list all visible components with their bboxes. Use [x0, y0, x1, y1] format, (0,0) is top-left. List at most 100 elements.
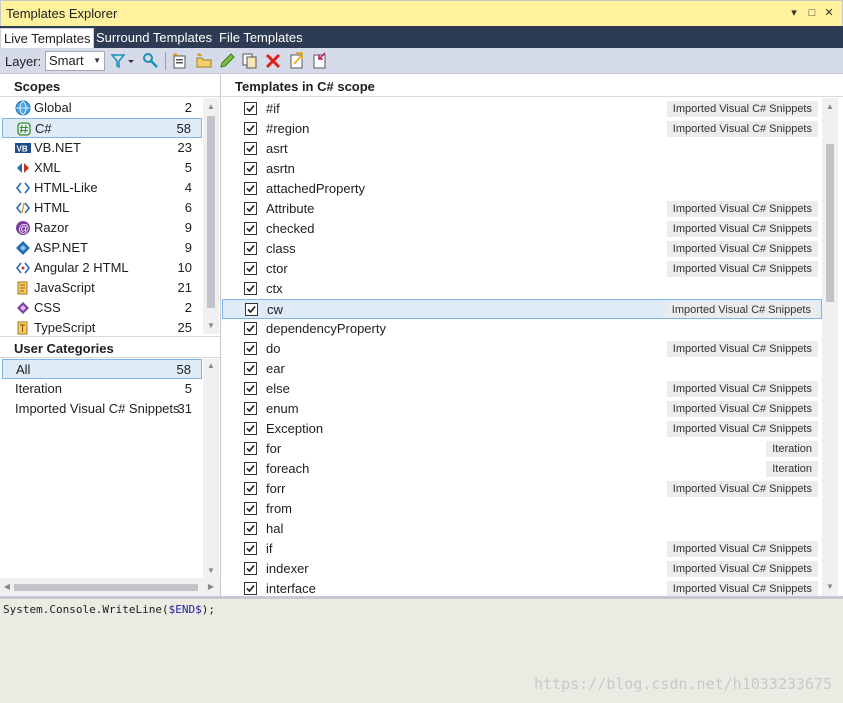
category-item[interactable]: All 58	[2, 359, 202, 379]
template-row[interactable]: do Imported Visual C# Snippets	[222, 339, 822, 359]
template-checkbox[interactable]	[244, 362, 257, 375]
template-checkbox[interactable]	[244, 102, 257, 115]
horizontal-scrollbar[interactable]: ◀ ▶	[0, 578, 220, 596]
template-row[interactable]: #if Imported Visual C# Snippets	[222, 99, 822, 119]
template-checkbox[interactable]	[244, 382, 257, 395]
scope-item-html-like[interactable]: HTML-Like 4	[2, 178, 202, 198]
typescript-icon	[15, 320, 31, 336]
template-row[interactable]: indexer Imported Visual C# Snippets	[222, 559, 822, 579]
template-row[interactable]: foreach Iteration	[222, 459, 822, 479]
layer-select[interactable]: Smart ▼	[45, 51, 105, 71]
template-checkbox[interactable]	[244, 182, 257, 195]
close-icon[interactable]: ✕	[822, 5, 836, 21]
template-row[interactable]: class Imported Visual C# Snippets	[222, 239, 822, 259]
scroll-thumb[interactable]	[14, 584, 198, 591]
template-checkbox[interactable]	[245, 303, 258, 316]
template-checkbox[interactable]	[244, 222, 257, 235]
template-row[interactable]: dependencyProperty	[222, 319, 822, 339]
template-row[interactable]: attachedProperty	[222, 179, 822, 199]
template-row[interactable]: for Iteration	[222, 439, 822, 459]
template-checkbox[interactable]	[244, 462, 257, 475]
scope-item-css[interactable]: CSS 2	[2, 298, 202, 318]
template-row[interactable]: ctx	[222, 279, 822, 299]
scopes-scrollbar[interactable]: ▲ ▼	[203, 98, 219, 334]
scope-item-html[interactable]: HTML 6	[2, 198, 202, 218]
template-code[interactable]: System.Console.WriteLine($END$);	[3, 603, 215, 616]
scroll-right-icon[interactable]: ▶	[204, 580, 218, 594]
template-checkbox[interactable]	[244, 142, 257, 155]
template-checkbox[interactable]	[244, 582, 257, 595]
scope-item-asp-net[interactable]: ASP.NET 9	[2, 238, 202, 258]
scroll-up-icon[interactable]: ▲	[203, 100, 219, 114]
tab-file-templates[interactable]: File Templates	[216, 28, 306, 48]
left-panel: Scopes Global 2 C# 58 VB VB.NET 23 XML 5 HTML-Lik…	[0, 75, 221, 596]
template-row[interactable]: enum Imported Visual C# Snippets	[222, 399, 822, 419]
scope-item-c-[interactable]: C# 58	[2, 118, 202, 138]
template-row[interactable]: #region Imported Visual C# Snippets	[222, 119, 822, 139]
scope-item-razor[interactable]: @ Razor 9	[2, 218, 202, 238]
template-row[interactable]: ear	[222, 359, 822, 379]
scope-item-global[interactable]: Global 2	[2, 98, 202, 118]
template-row[interactable]: forr Imported Visual C# Snippets	[222, 479, 822, 499]
template-row[interactable]: else Imported Visual C# Snippets	[222, 379, 822, 399]
export-icon[interactable]	[288, 52, 306, 70]
template-row[interactable]: ctor Imported Visual C# Snippets	[222, 259, 822, 279]
template-checkbox[interactable]	[244, 422, 257, 435]
template-checkbox[interactable]	[244, 262, 257, 275]
template-checkbox[interactable]	[244, 282, 257, 295]
template-checkbox[interactable]	[244, 402, 257, 415]
categories-scrollbar[interactable]: ▲ ▼	[203, 359, 219, 578]
delete-icon[interactable]	[264, 52, 282, 70]
template-checkbox[interactable]	[244, 502, 257, 515]
wrench-icon[interactable]	[142, 52, 160, 70]
new-folder-icon[interactable]	[195, 52, 213, 70]
template-row[interactable]: checked Imported Visual C# Snippets	[222, 219, 822, 239]
scroll-up-icon[interactable]: ▲	[822, 100, 838, 114]
template-editor[interactable]: System.Console.WriteLine($END$); https:/…	[0, 596, 843, 703]
svg-text:VB: VB	[17, 145, 28, 154]
template-row[interactable]: asrtn	[222, 159, 822, 179]
template-checkbox[interactable]	[244, 342, 257, 355]
edit-icon[interactable]	[218, 52, 236, 70]
template-row[interactable]: from	[222, 499, 822, 519]
scope-item-typescript[interactable]: TypeScript 25	[2, 318, 202, 338]
scope-item-xml[interactable]: XML 5	[2, 158, 202, 178]
scope-item-javascript[interactable]: JavaScript 21	[2, 278, 202, 298]
tab-live-templates[interactable]: Live Templates	[0, 28, 95, 48]
template-checkbox[interactable]	[244, 562, 257, 575]
templates-scrollbar[interactable]: ▲ ▼	[822, 98, 838, 596]
filter-icon[interactable]	[110, 52, 136, 70]
template-row[interactable]: Exception Imported Visual C# Snippets	[222, 419, 822, 439]
scroll-thumb[interactable]	[207, 116, 215, 308]
dropdown-arrow-icon[interactable]: ▾	[787, 5, 801, 21]
template-row[interactable]: cw Imported Visual C# Snippets	[222, 299, 822, 319]
category-item[interactable]: Iteration 5	[2, 379, 202, 399]
template-row[interactable]: Attribute Imported Visual C# Snippets	[222, 199, 822, 219]
scope-item-vb-net[interactable]: VB VB.NET 23	[2, 138, 202, 158]
template-checkbox[interactable]	[244, 482, 257, 495]
scope-item-angular-2-html[interactable]: Angular 2 HTML 10	[2, 258, 202, 278]
new-template-icon[interactable]	[171, 52, 189, 70]
maximize-icon[interactable]: □	[805, 5, 819, 21]
template-checkbox[interactable]	[244, 522, 257, 535]
template-checkbox[interactable]	[244, 122, 257, 135]
template-checkbox[interactable]	[244, 542, 257, 555]
scroll-left-icon[interactable]: ◀	[0, 580, 14, 594]
template-checkbox[interactable]	[244, 162, 257, 175]
scroll-thumb[interactable]	[826, 144, 834, 302]
scroll-down-icon[interactable]: ▼	[822, 580, 838, 594]
template-row[interactable]: hal	[222, 519, 822, 539]
category-item[interactable]: Imported Visual C# Snippets 31	[2, 399, 202, 419]
tab-surround-templates[interactable]: Surround Templates	[93, 28, 215, 48]
template-checkbox[interactable]	[244, 442, 257, 455]
copy-icon[interactable]	[241, 52, 259, 70]
scroll-up-icon[interactable]: ▲	[203, 359, 219, 373]
import-icon[interactable]	[311, 52, 329, 70]
template-checkbox[interactable]	[244, 202, 257, 215]
template-checkbox[interactable]	[244, 322, 257, 335]
template-row[interactable]: asrt	[222, 139, 822, 159]
scroll-down-icon[interactable]: ▼	[203, 319, 219, 333]
template-row[interactable]: if Imported Visual C# Snippets	[222, 539, 822, 559]
template-checkbox[interactable]	[244, 242, 257, 255]
scroll-down-icon[interactable]: ▼	[203, 564, 219, 578]
